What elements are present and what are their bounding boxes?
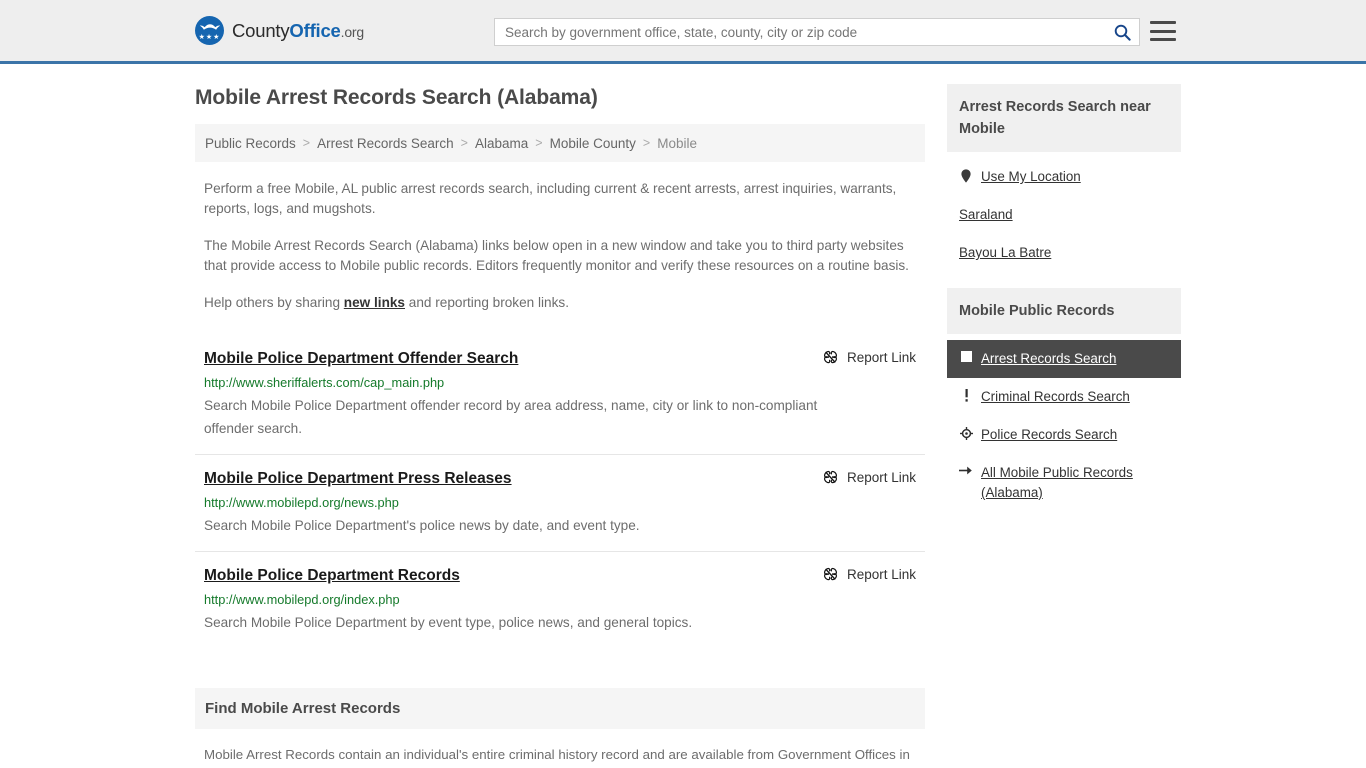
search-input[interactable] xyxy=(495,19,1105,45)
nearby-search-heading: Arrest Records Search near Mobile xyxy=(947,84,1181,152)
listing-header: Mobile Police Department Records Report … xyxy=(204,566,916,586)
breadcrumb-item-alabama[interactable]: Alabama xyxy=(475,136,528,151)
intro-paragraph-3: Help others by sharing new links and rep… xyxy=(195,293,925,313)
hamburger-bar-2 xyxy=(1150,29,1176,33)
exclamation-icon xyxy=(959,387,973,402)
public-records-heading: Mobile Public Records xyxy=(947,288,1181,334)
intro-paragraph-1: Perform a free Mobile, AL public arrest … xyxy=(204,181,897,216)
target-icon xyxy=(959,425,973,440)
hamburger-bar-1 xyxy=(1150,21,1176,24)
listing-item: Mobile Police Department Records Report … xyxy=(195,552,925,648)
find-records-heading: Find Mobile Arrest Records xyxy=(195,688,925,729)
nearby-search-card: Arrest Records Search near Mobile Use My… xyxy=(947,84,1181,272)
listing-description: Search Mobile Police Department by event… xyxy=(204,615,693,630)
square-icon xyxy=(959,349,973,362)
listing-url: http://www.sheriffalerts.com/cap_main.ph… xyxy=(204,375,445,390)
listing-header: Mobile Police Department Offender Search… xyxy=(204,349,916,369)
sidebar: Arrest Records Search near Mobile Use My… xyxy=(947,64,1181,528)
listing-item: Mobile Police Department Press Releases … xyxy=(195,455,925,552)
report-link-button[interactable]: Report Link xyxy=(823,469,916,485)
breadcrumb-separator: > xyxy=(642,136,651,150)
listing-title-link[interactable]: Mobile Police Department Records xyxy=(204,566,460,586)
eagle-icon xyxy=(199,24,220,30)
report-link-label: Report Link xyxy=(846,567,916,582)
breadcrumb: Public Records > Arrest Records Search >… xyxy=(195,124,925,162)
countyoffice-emblem-icon: ★★★ xyxy=(195,16,224,45)
nearby-search-list: Use My Location Saraland Bayou La Batre xyxy=(947,152,1181,272)
broken-link-icon xyxy=(823,567,837,581)
sidebar-label[interactable]: Use My Location xyxy=(981,167,1081,187)
breadcrumb-separator: > xyxy=(460,136,468,150)
sidebar-item-police-records-search[interactable]: Police Records Search xyxy=(947,416,1181,454)
find-records-body: Mobile Arrest Records contain an individ… xyxy=(204,747,910,762)
search-button[interactable] xyxy=(1105,19,1139,45)
sidebar-label[interactable]: Criminal Records Search xyxy=(981,387,1130,407)
breadcrumb-separator: > xyxy=(302,136,311,150)
breadcrumb-item-arrest-records-search[interactable]: Arrest Records Search xyxy=(317,136,454,151)
sidebar-label[interactable]: Arrest Records Search xyxy=(981,349,1116,369)
site-header: ★★★ CountyOffice.org xyxy=(0,0,1366,64)
report-link-label: Report Link xyxy=(846,470,916,485)
breadcrumb-item-mobile-county[interactable]: Mobile County xyxy=(550,136,636,151)
sidebar-item-bayou-la-batre[interactable]: Bayou La Batre xyxy=(947,234,1181,272)
report-link-button[interactable]: Report Link xyxy=(823,349,916,365)
breadcrumb-separator: > xyxy=(535,136,543,150)
sidebar-label[interactable]: All Mobile Public Records (Alabama) xyxy=(981,463,1169,503)
hamburger-bar-3 xyxy=(1150,38,1176,41)
listing-description: Search Mobile Police Department's police… xyxy=(204,518,640,533)
main-column: Mobile Arrest Records Search (Alabama) P… xyxy=(195,64,925,768)
public-records-card: Mobile Public Records Arrest Records Sea… xyxy=(947,288,1181,512)
arrow-right-icon xyxy=(959,463,973,476)
broken-link-icon xyxy=(823,350,837,364)
sidebar-item-criminal-records-search[interactable]: Criminal Records Search xyxy=(947,378,1181,416)
share-text-before: Help others by sharing xyxy=(204,295,344,310)
site-logo[interactable]: ★★★ CountyOffice.org xyxy=(195,16,364,45)
page-title: Mobile Arrest Records Search (Alabama) xyxy=(195,86,598,109)
map-pin-icon xyxy=(959,167,973,183)
brand-text-office: Office xyxy=(289,19,341,41)
page-container: Mobile Arrest Records Search (Alabama) P… xyxy=(0,64,1366,768)
breadcrumb-item-public-records[interactable]: Public Records xyxy=(205,136,296,151)
sidebar-label[interactable]: Bayou La Batre xyxy=(959,243,1051,263)
sidebar-item-all-public-records[interactable]: All Mobile Public Records (Alabama) xyxy=(947,454,1181,512)
intro-paragraph-2: The Mobile Arrest Records Search (Alabam… xyxy=(204,238,909,273)
report-link-label: Report Link xyxy=(846,350,916,365)
sidebar-item-arrest-records-search[interactable]: Arrest Records Search xyxy=(947,340,1181,378)
search-icon xyxy=(1114,24,1131,41)
sidebar-label[interactable]: Police Records Search xyxy=(981,425,1117,445)
report-link-button[interactable]: Report Link xyxy=(823,566,916,582)
new-links-link[interactable]: new links xyxy=(344,295,405,310)
listing-url: http://www.mobilepd.org/news.php xyxy=(204,495,399,510)
brand-wordmark: CountyOffice.org xyxy=(232,20,364,42)
listing-header: Mobile Police Department Press Releases … xyxy=(204,469,916,489)
stars-icon: ★★★ xyxy=(198,34,221,41)
hamburger-menu-icon[interactable] xyxy=(1150,19,1176,43)
listing-description: Search Mobile Police Department offender… xyxy=(204,398,818,436)
listing-title-link[interactable]: Mobile Police Department Offender Search xyxy=(204,349,518,369)
sidebar-item-saraland[interactable]: Saraland xyxy=(947,196,1181,234)
find-records-section: Find Mobile Arrest Records Mobile Arrest… xyxy=(195,688,925,768)
sidebar-item-use-my-location[interactable]: Use My Location xyxy=(947,158,1181,196)
breadcrumb-item-mobile: Mobile xyxy=(657,135,697,151)
sidebar-label[interactable]: Saraland xyxy=(959,205,1013,225)
broken-link-icon xyxy=(823,470,837,484)
public-records-list: Arrest Records Search Criminal Records S… xyxy=(947,334,1181,512)
brand-text-county: County xyxy=(232,19,290,41)
share-text-after: and reporting broken links. xyxy=(405,295,569,310)
listing-item: Mobile Police Department Offender Search… xyxy=(195,335,925,455)
brand-text-tld: .org xyxy=(340,23,365,40)
listings-container: Mobile Police Department Offender Search… xyxy=(195,335,925,648)
search-bar[interactable] xyxy=(494,18,1140,46)
listing-url: http://www.mobilepd.org/index.php xyxy=(204,592,400,607)
listing-title-link[interactable]: Mobile Police Department Press Releases xyxy=(204,469,512,489)
